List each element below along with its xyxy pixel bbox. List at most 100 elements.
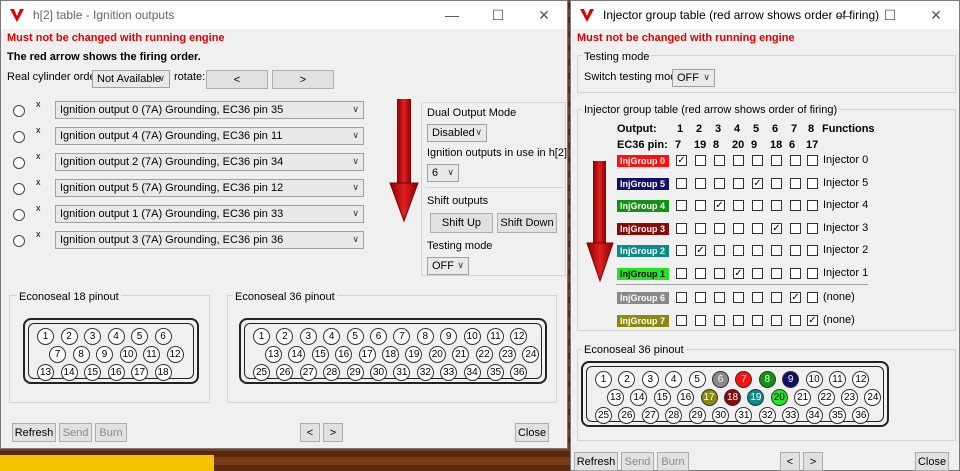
output-checkbox[interactable] (676, 245, 687, 256)
output-checkbox[interactable] (676, 267, 687, 279)
output-checkbox[interactable] (695, 314, 706, 326)
output-checkbox[interactable] (733, 245, 744, 256)
output-checkbox[interactable] (790, 177, 801, 189)
previous-button[interactable]: < (300, 423, 320, 442)
output-checkbox[interactable] (695, 155, 706, 166)
output-checkbox[interactable] (752, 292, 763, 303)
output-checkbox[interactable] (695, 267, 706, 279)
output-checkbox[interactable] (733, 314, 744, 326)
next-button[interactable]: > (803, 452, 823, 471)
ignition-output-select[interactable]: Ignition output 3 (7A) Grounding, EC36 p… (55, 231, 364, 249)
output-checkbox[interactable]: ✓ (695, 245, 706, 256)
output-checkbox[interactable] (752, 155, 763, 166)
maximize-icon[interactable]: ☐ (475, 1, 521, 29)
output-checkbox[interactable] (676, 292, 687, 303)
output-checkbox[interactable] (714, 222, 725, 234)
output-checkbox[interactable] (807, 155, 818, 166)
output-radio[interactable] (13, 183, 25, 195)
output-checkbox[interactable] (771, 292, 782, 303)
output-checkbox[interactable] (790, 267, 801, 279)
ignition-output-select[interactable]: Ignition output 5 (7A) Grounding, EC36 p… (55, 179, 364, 197)
output-checkbox[interactable] (676, 177, 687, 189)
ignition-output-select[interactable]: Ignition output 0 (7A) Grounding, EC36 p… (55, 101, 364, 119)
close-button[interactable]: Close (515, 423, 549, 442)
output-radio[interactable] (13, 131, 25, 143)
output-checkbox[interactable] (771, 200, 782, 211)
output-checkbox[interactable]: ✓ (771, 222, 782, 234)
output-checkbox[interactable] (771, 314, 782, 326)
output-checkbox[interactable] (790, 200, 801, 211)
output-checkbox[interactable] (807, 222, 818, 234)
output-checkbox[interactable] (733, 292, 744, 303)
output-checkbox[interactable]: ✓ (752, 177, 763, 189)
output-checkbox[interactable] (790, 314, 801, 326)
send-button[interactable]: Send (621, 452, 654, 471)
output-checkbox[interactable] (676, 200, 687, 211)
output-checkbox[interactable] (752, 200, 763, 211)
output-checkbox[interactable] (790, 155, 801, 166)
output-checkbox[interactable] (807, 245, 818, 256)
output-checkbox[interactable] (733, 155, 744, 166)
output-checkbox[interactable]: ✓ (676, 155, 687, 166)
output-checkbox[interactable] (807, 292, 818, 303)
ignition-output-select[interactable]: Ignition output 4 (7A) Grounding, EC36 p… (55, 127, 364, 145)
output-checkbox[interactable] (752, 245, 763, 256)
output-checkbox[interactable] (676, 222, 687, 234)
burn-button[interactable]: Burn (95, 423, 127, 442)
output-radio[interactable] (13, 105, 25, 117)
shift-up-button[interactable]: Shift Up (430, 213, 493, 233)
refresh-button[interactable]: Refresh (574, 452, 618, 471)
rotate-left-button[interactable]: < (206, 70, 268, 89)
output-radio[interactable] (13, 209, 25, 221)
output-checkbox[interactable] (695, 200, 706, 211)
output-checkbox[interactable] (771, 245, 782, 256)
output-checkbox[interactable] (733, 200, 744, 211)
close-button[interactable]: Close (915, 452, 949, 471)
outputs-in-use-select[interactable]: 6 ∨ (427, 164, 459, 182)
output-checkbox[interactable] (695, 222, 706, 234)
output-checkbox[interactable] (695, 292, 706, 303)
output-checkbox[interactable] (752, 222, 763, 234)
output-checkbox[interactable] (790, 245, 801, 256)
previous-button[interactable]: < (780, 452, 800, 471)
burn-button[interactable]: Burn (657, 452, 689, 471)
output-checkbox[interactable] (752, 314, 763, 326)
output-checkbox[interactable]: ✓ (714, 200, 725, 211)
output-checkbox[interactable] (714, 292, 725, 303)
real-cylinder-select[interactable]: Not Available ∨ (92, 70, 170, 88)
output-checkbox[interactable] (676, 314, 687, 326)
output-checkbox[interactable] (714, 314, 725, 326)
output-checkbox[interactable] (807, 200, 818, 211)
shift-down-button[interactable]: Shift Down (497, 213, 557, 233)
output-checkbox[interactable] (771, 155, 782, 166)
output-checkbox[interactable]: ✓ (790, 292, 801, 303)
output-checkbox[interactable] (807, 177, 818, 189)
output-radio[interactable] (13, 157, 25, 169)
output-checkbox[interactable] (695, 177, 706, 189)
rotate-right-button[interactable]: > (272, 70, 334, 89)
testing-mode-select[interactable]: OFF ∨ (427, 257, 469, 275)
output-checkbox[interactable] (771, 177, 782, 189)
output-checkbox[interactable] (752, 267, 763, 279)
output-checkbox[interactable] (771, 267, 782, 279)
output-checkbox[interactable] (733, 177, 744, 189)
output-checkbox[interactable]: ✓ (733, 267, 744, 279)
maximize-icon[interactable]: ☐ (867, 1, 913, 29)
output-checkbox[interactable]: ✓ (807, 314, 818, 326)
refresh-button[interactable]: Refresh (12, 423, 56, 442)
output-checkbox[interactable] (714, 177, 725, 189)
next-button[interactable]: > (323, 423, 343, 442)
output-radio[interactable] (13, 235, 25, 247)
switch-testing-select[interactable]: OFF ∨ (672, 69, 715, 87)
ignition-output-select[interactable]: Ignition output 2 (7A) Grounding, EC36 p… (55, 153, 364, 171)
close-icon[interactable]: ✕ (521, 1, 567, 29)
output-checkbox[interactable] (733, 222, 744, 234)
output-checkbox[interactable] (714, 267, 725, 279)
minimize-icon[interactable]: — (821, 1, 867, 29)
minimize-icon[interactable]: — (429, 1, 475, 29)
close-icon[interactable]: ✕ (913, 1, 959, 29)
output-checkbox[interactable] (790, 222, 801, 234)
dual-output-select[interactable]: Disabled ∨ (427, 124, 487, 142)
ignition-output-select[interactable]: Ignition output 1 (7A) Grounding, EC36 p… (55, 205, 364, 223)
output-checkbox[interactable] (807, 267, 818, 279)
